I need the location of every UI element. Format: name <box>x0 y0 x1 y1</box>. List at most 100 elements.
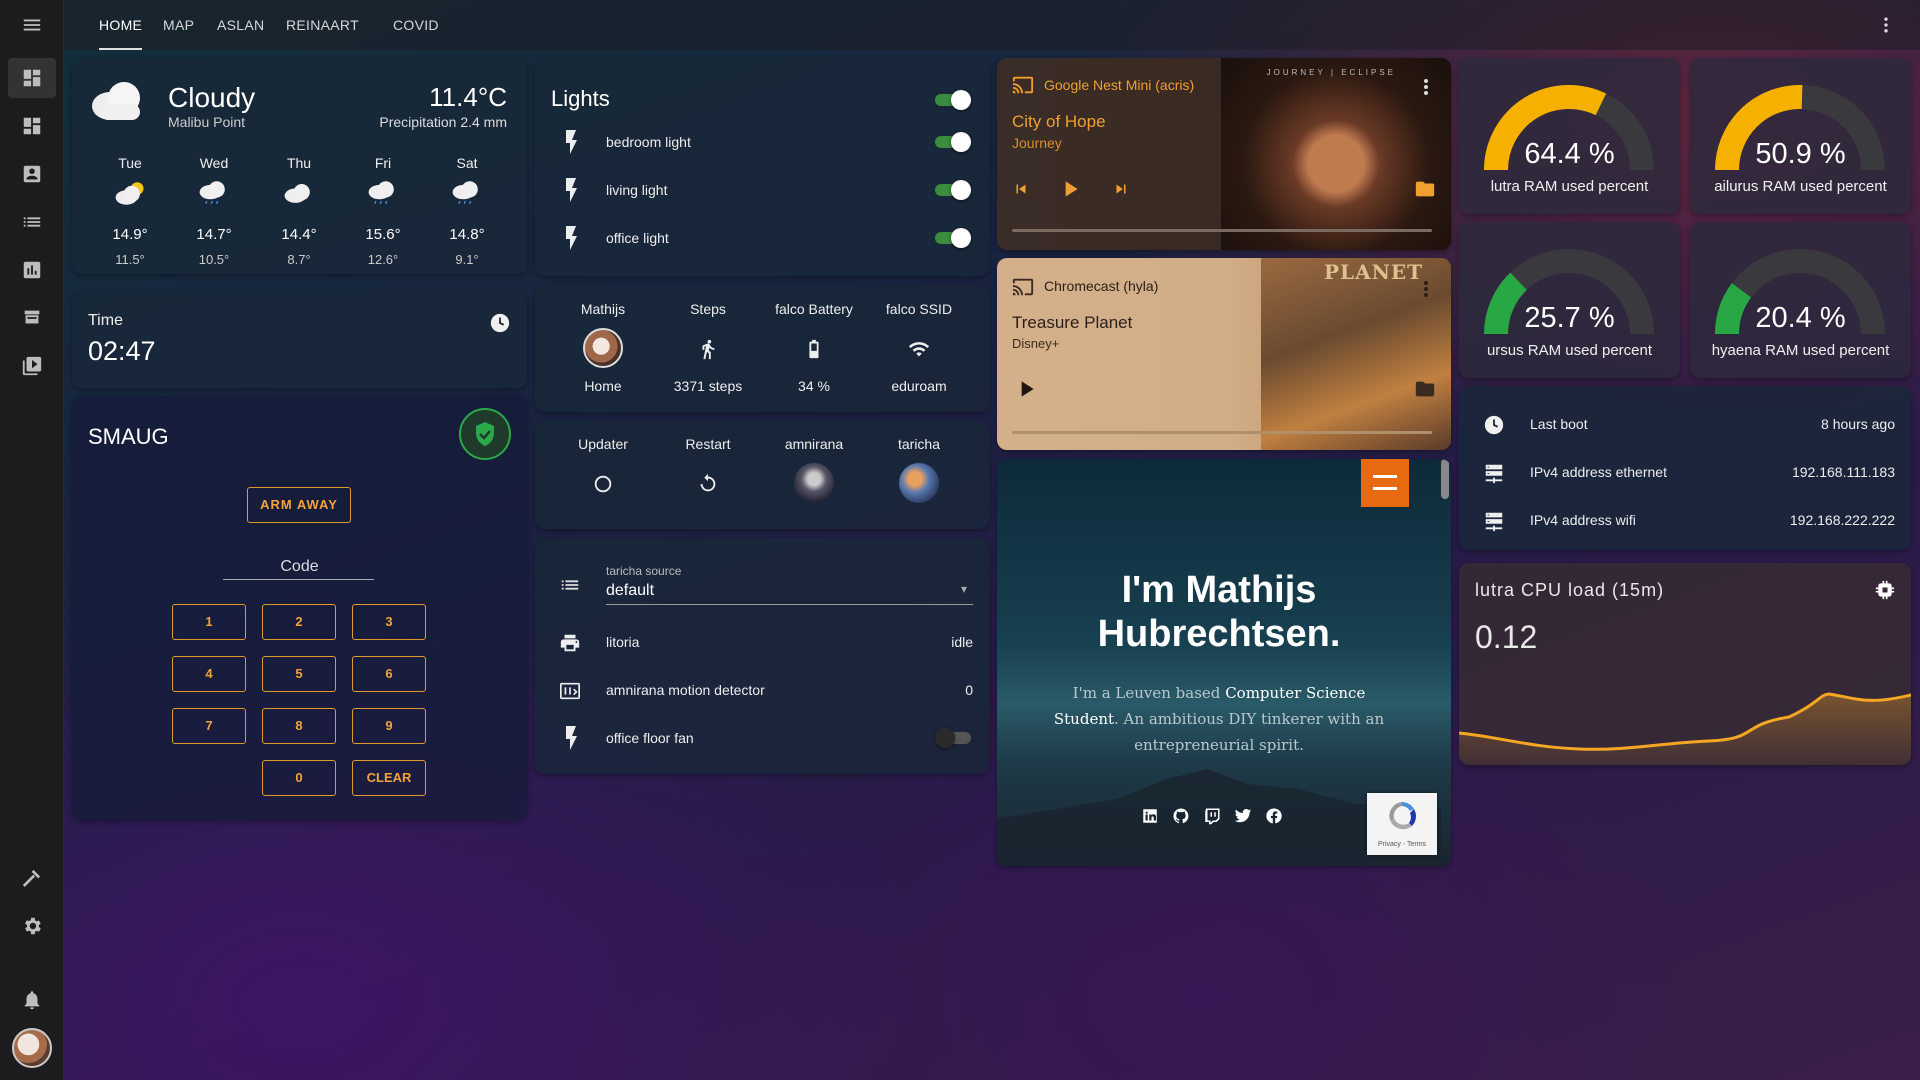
source-select-value[interactable]: default <box>606 582 654 600</box>
light-name[interactable]: office light <box>606 230 669 246</box>
restart-icon[interactable] <box>697 473 719 495</box>
dashboard-icon[interactable] <box>8 58 56 98</box>
ram-gauge-card[interactable]: 50.9 % ailurus RAM used percent <box>1690 58 1911 214</box>
walk-icon[interactable] <box>697 338 719 360</box>
taricha-avatar[interactable] <box>899 463 939 503</box>
forecast-high: 14.7° <box>196 226 232 243</box>
forecast-high: 14.8° <box>449 226 485 243</box>
recaptcha-badge[interactable]: Privacy - Terms <box>1367 793 1437 855</box>
light-name[interactable]: bedroom light <box>606 134 691 150</box>
info-name[interactable]: IPv4 address ethernet <box>1530 464 1667 480</box>
website-iframe-card[interactable]: I'm Mathijs Hubrechtsen. I'm a Leuven ba… <box>997 459 1451 866</box>
tab-covid[interactable]: COVID <box>393 0 439 50</box>
keypad-key-6[interactable]: 6 <box>352 656 426 692</box>
hacs-icon[interactable] <box>8 298 56 338</box>
keypad-key-0[interactable]: 0 <box>262 760 336 796</box>
gear-icon[interactable] <box>8 906 56 946</box>
tab-reinaart[interactable]: REINAART <box>286 0 359 50</box>
battery-icon[interactable] <box>803 338 825 360</box>
recaptcha-icon <box>1384 798 1420 834</box>
arm-away-button[interactable]: ARM AWAY <box>247 487 351 523</box>
media-player-card: JOURNEY | ECLIPSE Google Nest Mini (acri… <box>997 58 1451 250</box>
lights-card: Lights bedroom light living light office l… <box>535 58 989 276</box>
updater-circle-icon[interactable] <box>592 473 614 495</box>
play-icon[interactable] <box>1057 176 1083 202</box>
entity-name[interactable]: amnirana motion detector <box>606 682 765 698</box>
flash-icon <box>562 726 578 750</box>
amnirana-avatar[interactable] <box>794 463 834 503</box>
keypad-key-9[interactable]: 9 <box>352 708 426 744</box>
hamburger-menu-button[interactable] <box>1361 459 1409 507</box>
glance-name: Updater <box>578 436 628 452</box>
media-device-name: Google Nest Mini (acris) <box>1044 77 1195 93</box>
media-title: Treasure Planet <box>1012 313 1133 332</box>
entities-card: taricha source default ▾ litoria idle am… <box>535 538 989 774</box>
folder-icon[interactable] <box>1413 178 1437 200</box>
tab-map[interactable]: MAP <box>163 0 194 50</box>
keypad-key-4[interactable]: 4 <box>172 656 246 692</box>
more-vertical-icon[interactable] <box>1423 78 1429 96</box>
dashboard-alt-icon[interactable] <box>8 106 56 146</box>
keypad-key-1[interactable]: 1 <box>172 604 246 640</box>
server-network-icon <box>1483 462 1505 484</box>
clear-button[interactable]: CLEAR <box>352 760 426 796</box>
info-name[interactable]: Last boot <box>1530 416 1588 432</box>
gauge-value: 50.9 % <box>1755 138 1846 170</box>
keypad-key-8[interactable]: 8 <box>262 708 336 744</box>
tab-home[interactable]: HOME <box>99 0 143 50</box>
entity-name[interactable]: litoria <box>606 634 639 650</box>
forecast-day: Sat <box>456 155 478 171</box>
list-icon[interactable] <box>8 202 56 242</box>
forecast-day: Tue <box>118 155 142 171</box>
keypad-key-2[interactable]: 2 <box>262 604 336 640</box>
entity-name[interactable]: office floor fan <box>606 730 694 746</box>
gauge-value: 64.4 % <box>1524 138 1615 170</box>
chevron-down-icon[interactable]: ▾ <box>961 582 967 596</box>
code-input[interactable] <box>223 579 374 580</box>
info-state: 192.168.111.183 <box>1791 464 1895 480</box>
person-avatar[interactable] <box>583 328 623 368</box>
twitter-icon[interactable] <box>1234 807 1252 825</box>
play-icon[interactable] <box>1013 376 1039 402</box>
media-icon[interactable] <box>8 346 56 386</box>
more-vertical-icon[interactable] <box>1423 280 1429 298</box>
ram-gauge-card[interactable]: 64.4 % lutra RAM used percent <box>1459 58 1680 214</box>
keypad-key-5[interactable]: 5 <box>262 656 336 692</box>
clock-icon <box>489 312 511 334</box>
media-progress[interactable] <box>1012 229 1432 232</box>
twitch-icon[interactable] <box>1203 807 1221 825</box>
weather-location: Malibu Point <box>168 114 246 130</box>
wifi-icon[interactable] <box>908 338 930 360</box>
skip-next-icon[interactable] <box>1112 180 1130 198</box>
office-floor-fan-toggle[interactable] <box>935 728 973 748</box>
weather-card[interactable]: Cloudy Malibu Point 11.4°C Precipitation… <box>72 58 527 274</box>
light-toggle[interactable] <box>933 228 971 248</box>
facebook-icon[interactable] <box>1265 807 1283 825</box>
ram-gauge-card[interactable]: 20.4 % hyaena RAM used percent <box>1690 222 1911 378</box>
menu-icon[interactable] <box>8 5 56 45</box>
more-vertical-icon[interactable] <box>1876 15 1896 35</box>
time-card[interactable]: Time 02:47 <box>72 294 527 388</box>
light-toggle[interactable] <box>933 132 971 152</box>
ram-gauge-card[interactable]: 25.7 % ursus RAM used percent <box>1459 222 1680 378</box>
gauge-label: ursus RAM used percent <box>1486 342 1653 359</box>
hammer-icon[interactable] <box>8 858 56 898</box>
bell-icon[interactable] <box>8 980 56 1020</box>
website-intro-line2: Student. An ambitious DIY tinkerer with … <box>1053 710 1385 728</box>
skip-previous-icon[interactable] <box>1012 180 1030 198</box>
folder-icon[interactable] <box>1413 378 1437 400</box>
tab-aslan[interactable]: ASLAN <box>217 0 264 50</box>
light-toggle[interactable] <box>933 180 971 200</box>
linkedin-icon[interactable] <box>1141 807 1159 825</box>
lights-master-toggle[interactable] <box>933 90 971 110</box>
light-name[interactable]: living light <box>606 182 667 198</box>
keypad-key-7[interactable]: 7 <box>172 708 246 744</box>
github-icon[interactable] <box>1172 807 1190 825</box>
keypad-key-3[interactable]: 3 <box>352 604 426 640</box>
chart-icon[interactable] <box>8 250 56 290</box>
account-box-icon[interactable] <box>8 154 56 194</box>
media-progress[interactable] <box>1012 431 1432 434</box>
cpu-graph-card[interactable]: lutra CPU load (15m) 0.12 <box>1459 563 1911 765</box>
info-name[interactable]: IPv4 address wifi <box>1530 512 1636 528</box>
avatar[interactable] <box>12 1028 52 1068</box>
